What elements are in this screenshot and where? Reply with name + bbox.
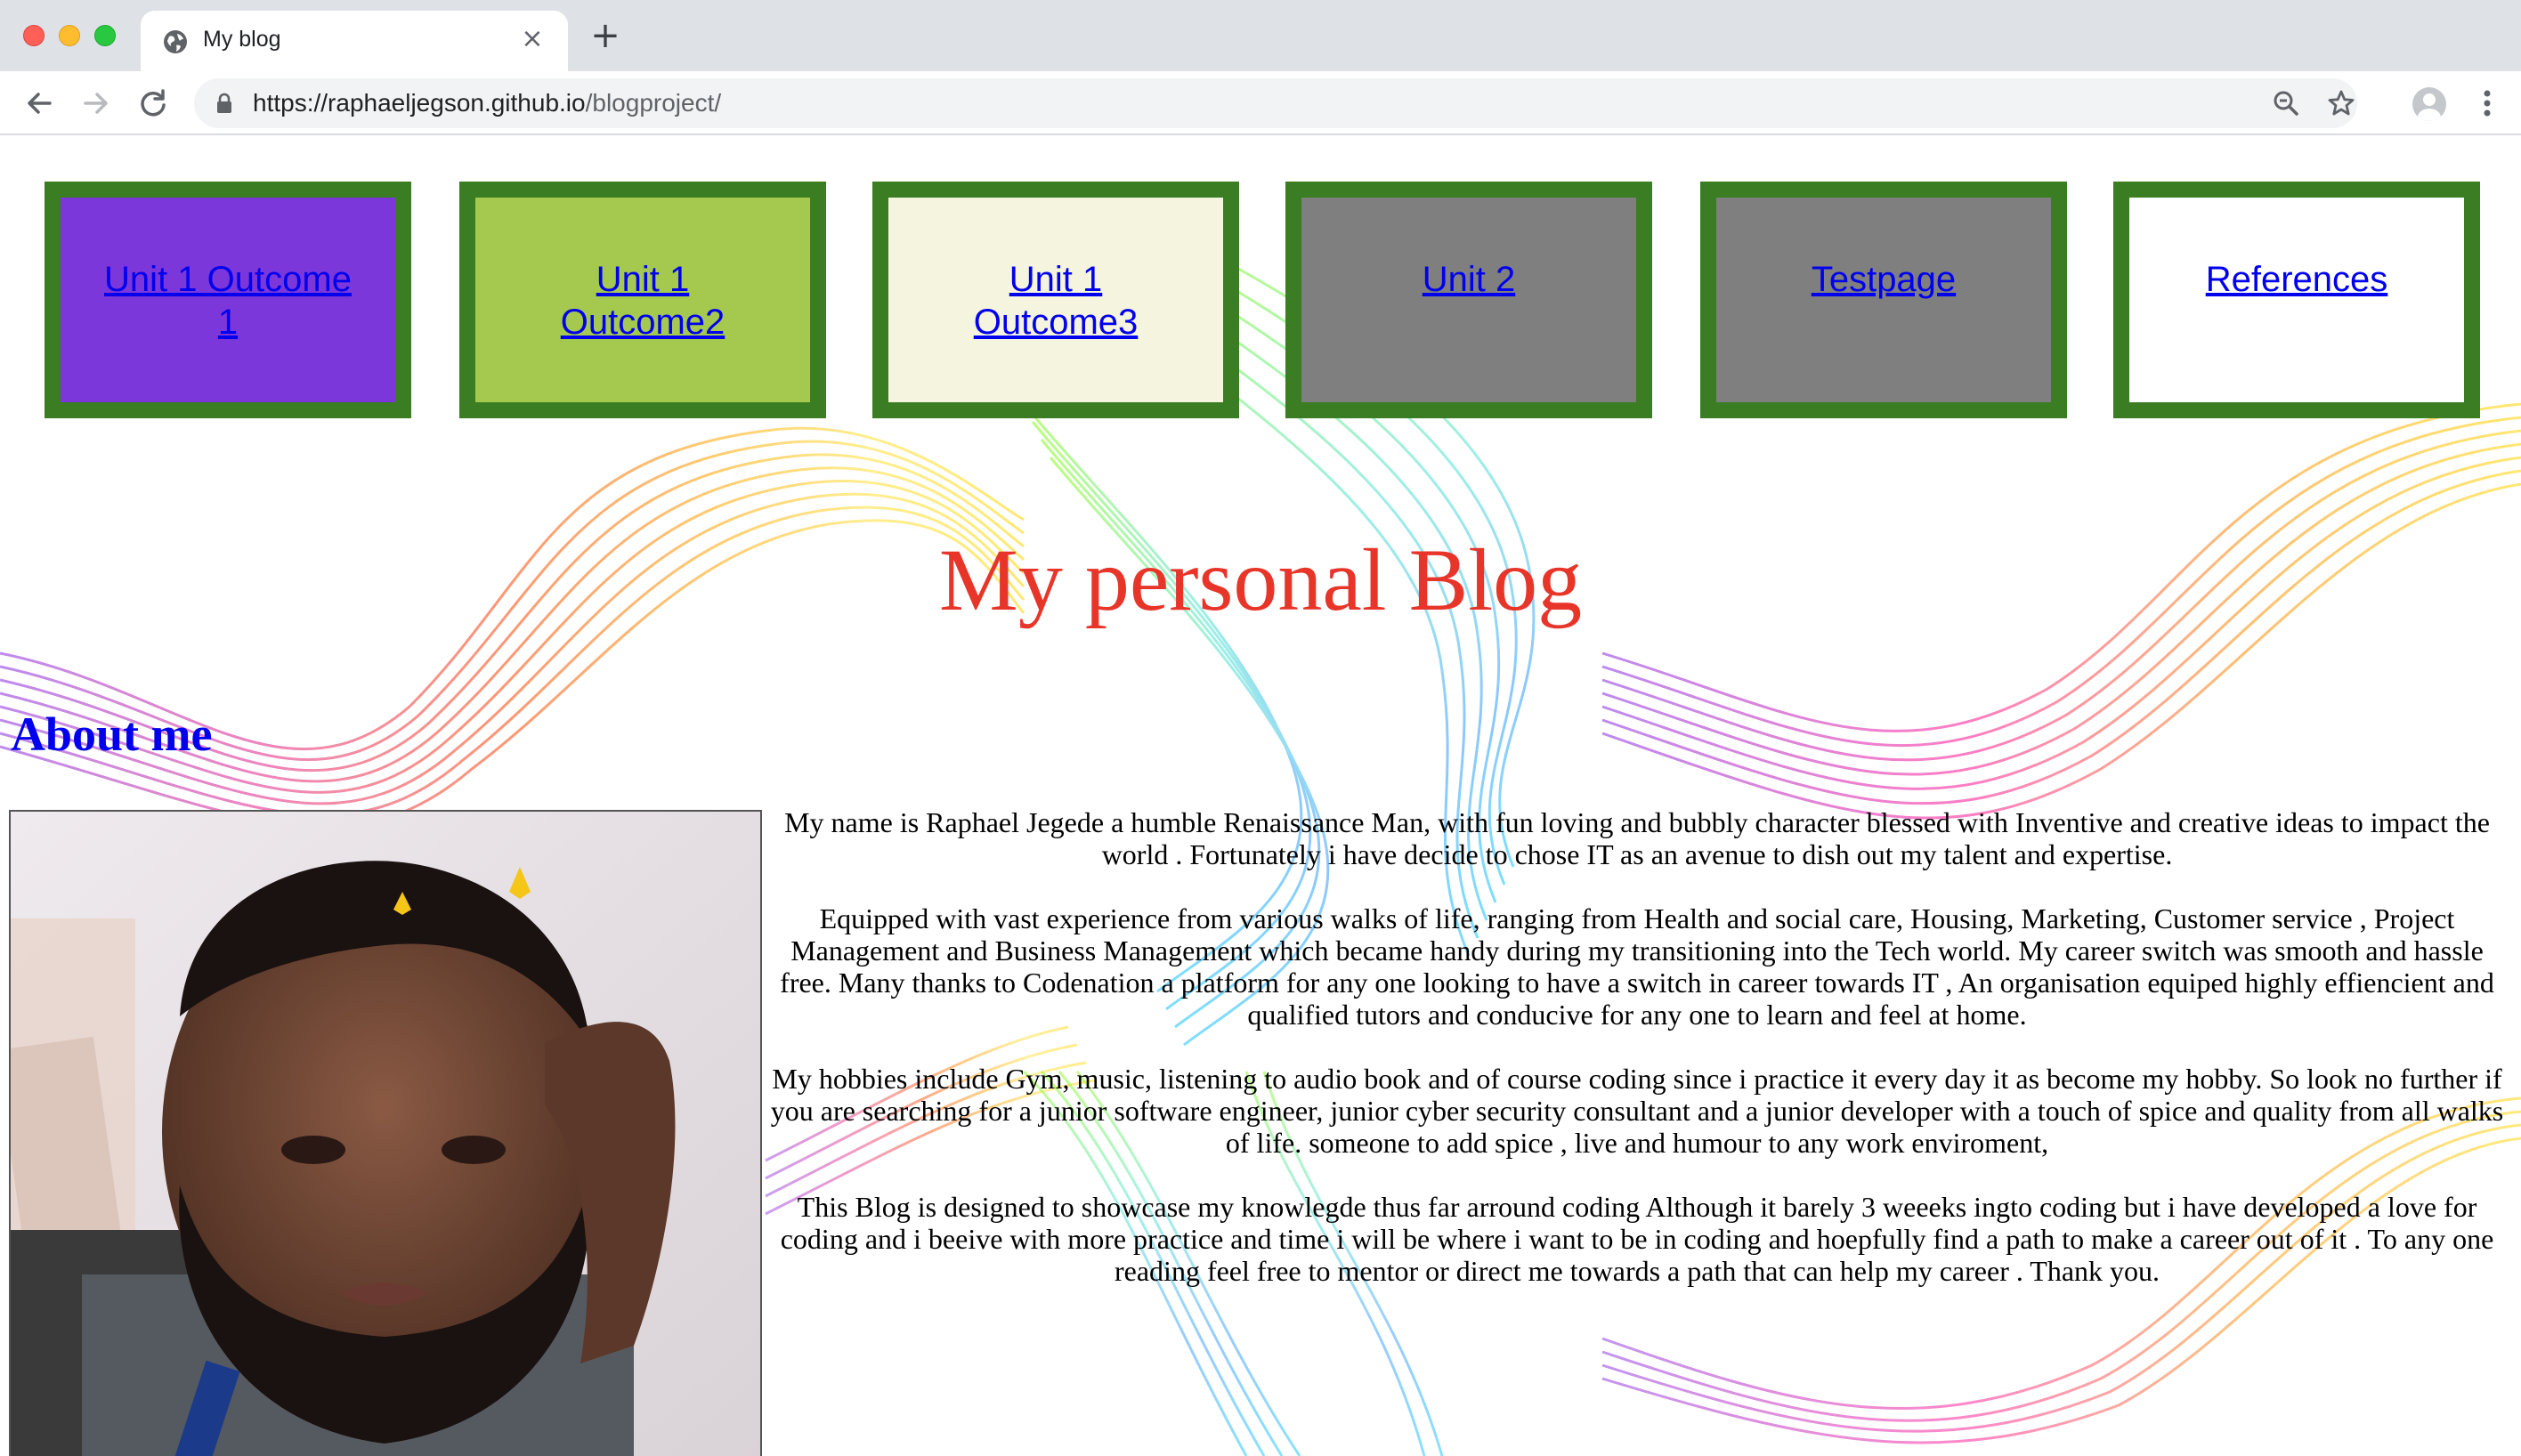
lock-icon [217,93,231,113]
new-tab-button[interactable]: + [588,18,623,53]
address-bar[interactable]: https://raphaeljegson.github.io/blogproj… [194,78,2357,128]
minimize-window-button[interactable] [59,25,80,46]
nav-item-unit2[interactable]: Unit 2 [1285,182,1652,418]
page-title: My personal Blog [938,530,1583,629]
url-path: /blogproject/ [585,89,722,117]
nav-link-unit1-outcome1[interactable]: Unit 1 Outcome 1 [103,258,353,344]
about-paragraph: Equipped with vast experience from vario… [780,902,2494,1031]
about-paragraph: This Blog is designed to showcase my kno… [780,1191,2494,1287]
url-domain: https://raphaeljegson.github.io [253,89,586,117]
tab-close-icon[interactable]: × [516,23,548,55]
nav-item-references[interactable]: References [2113,182,2480,418]
arrow-left-icon[interactable] [20,84,59,123]
profile-icon[interactable] [2412,87,2446,121]
tab-title: My blog [203,27,281,52]
browser-tab-strip: My blog × + [0,0,2521,71]
url-text: https://raphaeljegson.github.io/blogproj… [253,89,721,117]
reload-icon[interactable] [134,84,173,123]
star-icon[interactable] [2327,89,2355,117]
nav-item-unit1-outcome2[interactable]: Unit 1 Outcome2 [459,182,826,418]
nav-link-unit1-outcome2[interactable]: Unit 1 Outcome2 [518,258,767,344]
maximize-window-button[interactable] [94,25,116,46]
about-paragraph: My name is Raphael Jegede a humble Renai… [784,806,2490,870]
nav-item-unit1-outcome1[interactable]: Unit 1 Outcome 1 [45,182,411,418]
about-heading: About me [11,708,213,761]
kebab-menu-icon[interactable] [2469,84,2505,123]
browser-toolbar: https://raphaeljegson.github.io/blogproj… [0,71,2521,135]
arrow-right-icon[interactable] [77,84,116,123]
globe-icon [164,30,187,53]
nav-menu: Unit 1 Outcome 1 Unit 1 Outcome2 Unit 1 … [0,182,2521,418]
nav-link-testpage[interactable]: Testpage [1759,258,2008,301]
profile-photo [9,810,762,1456]
browser-tab-active[interactable]: My blog × [141,11,568,71]
page-viewport: Unit 1 Outcome 1 Unit 1 Outcome2 Unit 1 … [0,137,2521,1456]
nav-item-testpage[interactable]: Testpage [1700,182,2067,418]
about-text: My name is Raphael Jegede a humble Renai… [762,806,2512,1319]
about-paragraph: My hobbies include Gym, music, listening… [770,1063,2504,1159]
nav-link-unit2[interactable]: Unit 2 [1344,258,1593,301]
close-window-button[interactable] [23,25,45,46]
zoom-icon[interactable] [2272,89,2300,117]
nav-link-unit1-outcome3[interactable]: Unit 1 Outcome3 [931,258,1180,344]
nav-link-references[interactable]: References [2172,258,2421,301]
nav-item-unit1-outcome3[interactable]: Unit 1 Outcome3 [872,182,1239,418]
